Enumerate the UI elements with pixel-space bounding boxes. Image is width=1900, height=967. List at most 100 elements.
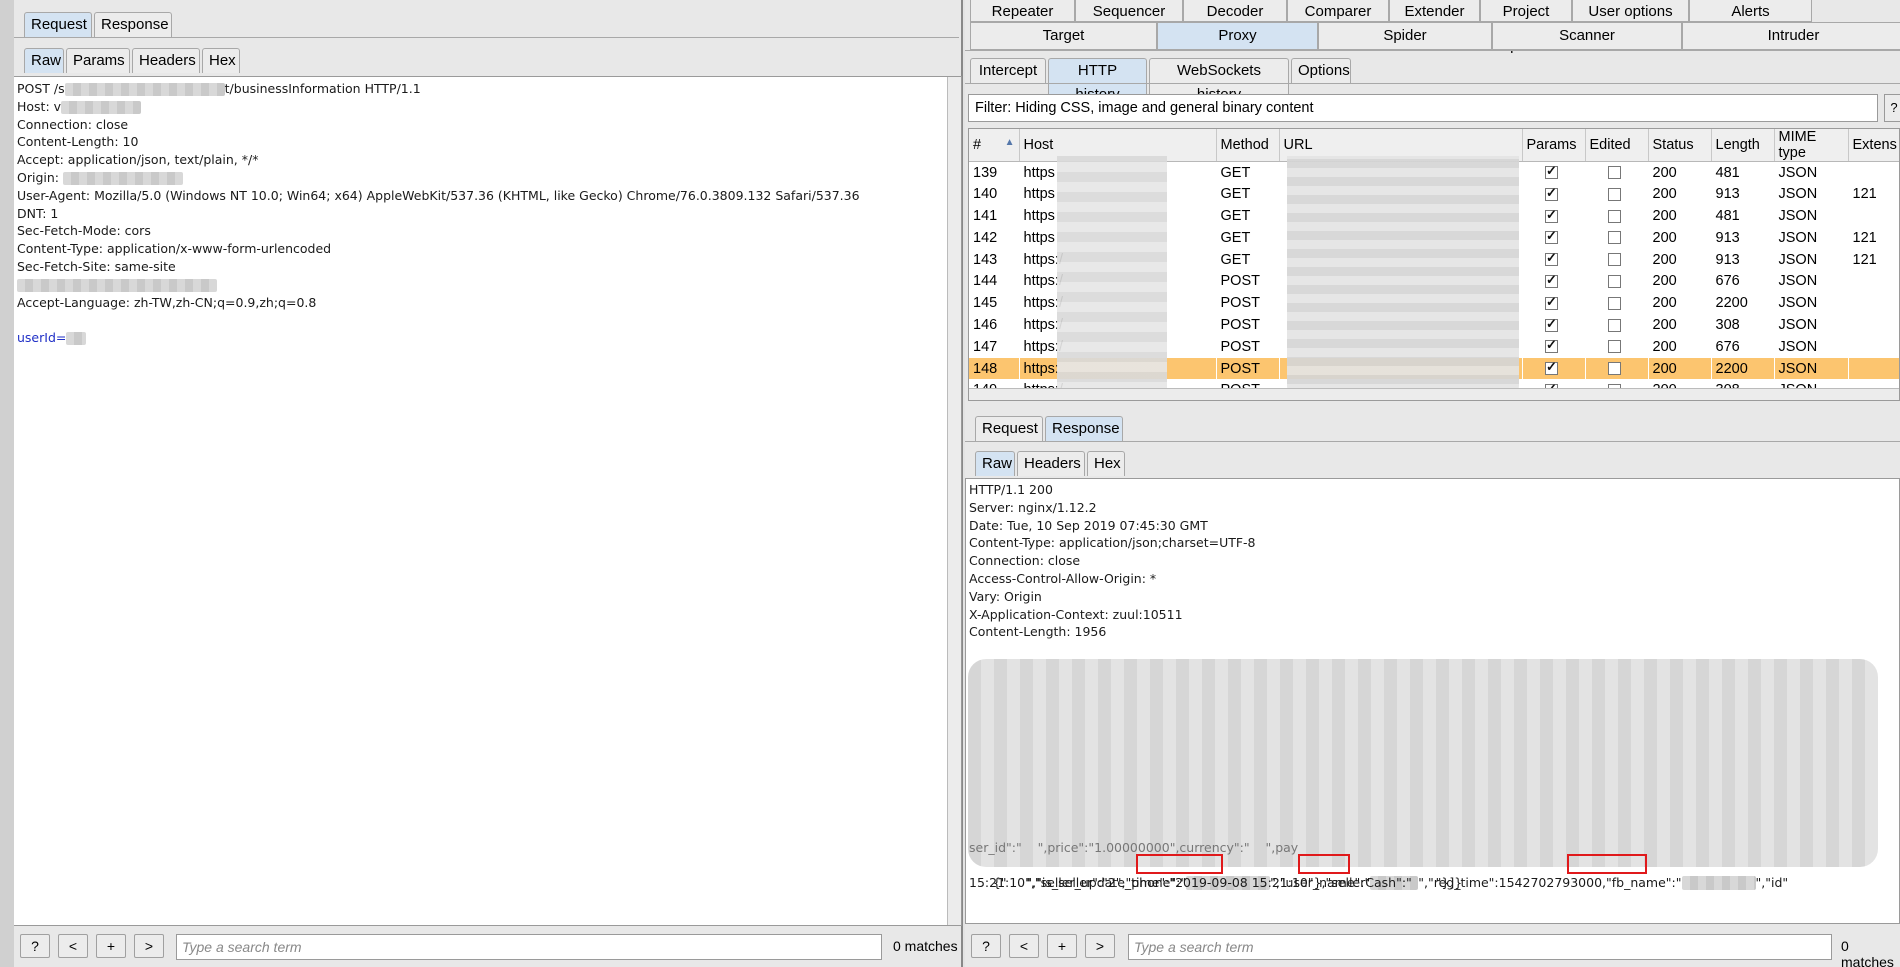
column-header-status[interactable]: Status <box>1648 129 1712 162</box>
prev-button[interactable]: < <box>58 934 88 958</box>
tool-tab-repeater[interactable]: Repeater <box>970 0 1075 22</box>
sort-ascending-icon: ▲ <box>1004 137 1015 148</box>
cell-mime: JSON <box>1778 229 1818 246</box>
cell-method: GET <box>1220 229 1251 246</box>
response-editor[interactable]: HTTP/1.1 200 Server: nginx/1.12.2 Date: Tu… <box>965 478 1900 924</box>
tool-tab-extender[interactable]: Extender <box>1389 0 1480 22</box>
params-checkbox[interactable] <box>1545 228 1558 245</box>
cell-method: GET <box>1220 186 1251 203</box>
filter-help-button[interactable]: ? <box>1884 94 1900 122</box>
subtab-hex[interactable]: Hex <box>202 48 240 73</box>
help-button-lower[interactable]: ? <box>971 934 1001 958</box>
subtab-params[interactable]: Params <box>66 48 130 73</box>
response-header-line: Connection: close <box>969 553 1081 569</box>
column-header-label: # <box>973 137 982 153</box>
cell-method: POST <box>1220 273 1260 290</box>
subtab-raw-lower[interactable]: Raw <box>975 451 1015 476</box>
cell-ext <box>1848 314 1899 336</box>
help-button[interactable]: ? <box>20 934 50 958</box>
cell-method: GET <box>1220 207 1251 224</box>
tool-tab-target[interactable]: Target <box>970 22 1157 50</box>
tool-tab-comparer[interactable]: Comparer <box>1287 0 1389 22</box>
cell-mime: JSON <box>1778 251 1818 268</box>
edited-checkbox[interactable] <box>1608 362 1621 376</box>
cell-length: 676 <box>1715 273 1740 290</box>
response-header-line: X-Application-Context: zuul:10511 <box>969 606 1183 622</box>
search-input[interactable]: Type a search term <box>176 934 882 960</box>
params-checkbox[interactable] <box>1545 316 1558 332</box>
tool-tab-decoder[interactable]: Decoder <box>1183 0 1287 22</box>
request-line-text: Connection: close <box>17 116 129 132</box>
params-checkbox[interactable] <box>1545 207 1558 223</box>
cell-ext: 121 <box>1852 186 1877 203</box>
params-checkbox[interactable] <box>1545 294 1558 310</box>
cell-mime: JSON <box>1778 316 1818 333</box>
proxy-divider <box>965 50 1900 51</box>
params-checkbox[interactable] <box>1545 250 1558 267</box>
request-editor[interactable]: POST /s t/businessInformation HTTP/1.1 Hos… <box>14 76 962 926</box>
request-editor-scrollbar[interactable] <box>947 77 961 925</box>
tab-options[interactable]: Options <box>1291 58 1351 83</box>
cell-status: 200 <box>1652 338 1677 355</box>
tool-tab-sequencer[interactable]: Sequencer <box>1075 0 1183 22</box>
match-count: 0 matches <box>893 938 958 954</box>
edited-checkbox[interactable] <box>1608 296 1621 310</box>
edited-checkbox[interactable] <box>1608 340 1621 354</box>
h-scrollbar[interactable] <box>969 388 1899 400</box>
tool-tab-intruder[interactable]: Intruder <box>1682 22 1900 50</box>
next-button-lower[interactable]: > <box>1085 934 1115 958</box>
request-line-text: Sec-Fetch-Mode: cors <box>17 223 151 239</box>
column-header-label: URL <box>1283 137 1313 153</box>
tab-response[interactable]: Response <box>94 12 172 37</box>
next-button[interactable]: > <box>134 934 164 958</box>
params-checkbox[interactable] <box>1545 337 1558 354</box>
request-line: User-Agent: Mozilla/5.0 (Windows NT 10.0… <box>17 187 961 205</box>
prev-button-lower[interactable]: < <box>1009 934 1039 958</box>
tab-intercept[interactable]: Intercept <box>970 58 1046 83</box>
tool-tab-scanner[interactable]: Scanner <box>1492 22 1682 50</box>
cell-method: POST <box>1220 316 1260 333</box>
subtab-headers-lower[interactable]: Headers <box>1017 451 1085 476</box>
column-header-params[interactable]: Params <box>1522 129 1586 162</box>
subtab-hex-lower[interactable]: Hex <box>1087 451 1125 476</box>
edited-checkbox[interactable] <box>1608 253 1621 267</box>
edited-checkbox[interactable] <box>1608 231 1621 245</box>
column-header-method[interactable]: Method <box>1216 129 1280 162</box>
response-header-line: Vary: Origin <box>969 588 1042 604</box>
subtab-raw[interactable]: Raw <box>24 48 64 73</box>
cell-length: 481 <box>1715 164 1740 181</box>
params-checkbox[interactable] <box>1545 163 1558 180</box>
edited-checkbox[interactable] <box>1608 209 1621 223</box>
params-checkbox[interactable] <box>1545 272 1558 289</box>
add-button-lower[interactable]: + <box>1047 934 1077 958</box>
edited-checkbox[interactable] <box>1608 166 1621 180</box>
phone-highlight-box <box>1136 854 1223 874</box>
subtab-headers[interactable]: Headers <box>132 48 200 73</box>
edited-checkbox[interactable] <box>1608 187 1621 201</box>
edited-checkbox[interactable] <box>1608 275 1621 289</box>
tool-tab-proxy[interactable]: Proxy <box>1157 22 1318 50</box>
column-header-mime-type[interactable]: MIME type <box>1774 129 1849 162</box>
request-line-text: Content-Length: 10 <box>17 134 139 150</box>
cell-length: 2200 <box>1715 295 1748 312</box>
body-line3: 15:21:10","seller_update_time":"2019-09-… <box>969 875 1463 890</box>
tab-request[interactable]: Request <box>24 12 92 37</box>
filter-bar[interactable]: Filter: Hiding CSS, image and general bi… <box>968 94 1878 122</box>
tool-tab-alerts[interactable]: Alerts <box>1689 0 1812 22</box>
cell-params <box>1522 162 1585 184</box>
tool-tab-spider[interactable]: Spider <box>1318 22 1492 50</box>
tab-response-lower[interactable]: Response <box>1045 416 1123 441</box>
search-input-lower[interactable]: Type a search term <box>1128 934 1832 960</box>
cell-status: 200 <box>1652 273 1677 290</box>
add-button[interactable]: + <box>96 934 126 958</box>
params-checkbox[interactable] <box>1545 359 1558 376</box>
tool-tab-user-options[interactable]: User options <box>1572 0 1689 22</box>
tab-request-lower[interactable]: Request <box>975 416 1043 441</box>
params-checkbox[interactable] <box>1545 185 1558 201</box>
edited-checkbox[interactable] <box>1608 318 1621 332</box>
column-header-num[interactable]: # ▲ <box>969 129 1020 162</box>
column-header-extens[interactable]: Extens <box>1848 129 1899 162</box>
column-header-edited[interactable]: Edited <box>1585 129 1649 162</box>
column-header-length[interactable]: Length <box>1711 129 1775 162</box>
tool-tab-project-options[interactable]: Project options <box>1480 0 1572 54</box>
